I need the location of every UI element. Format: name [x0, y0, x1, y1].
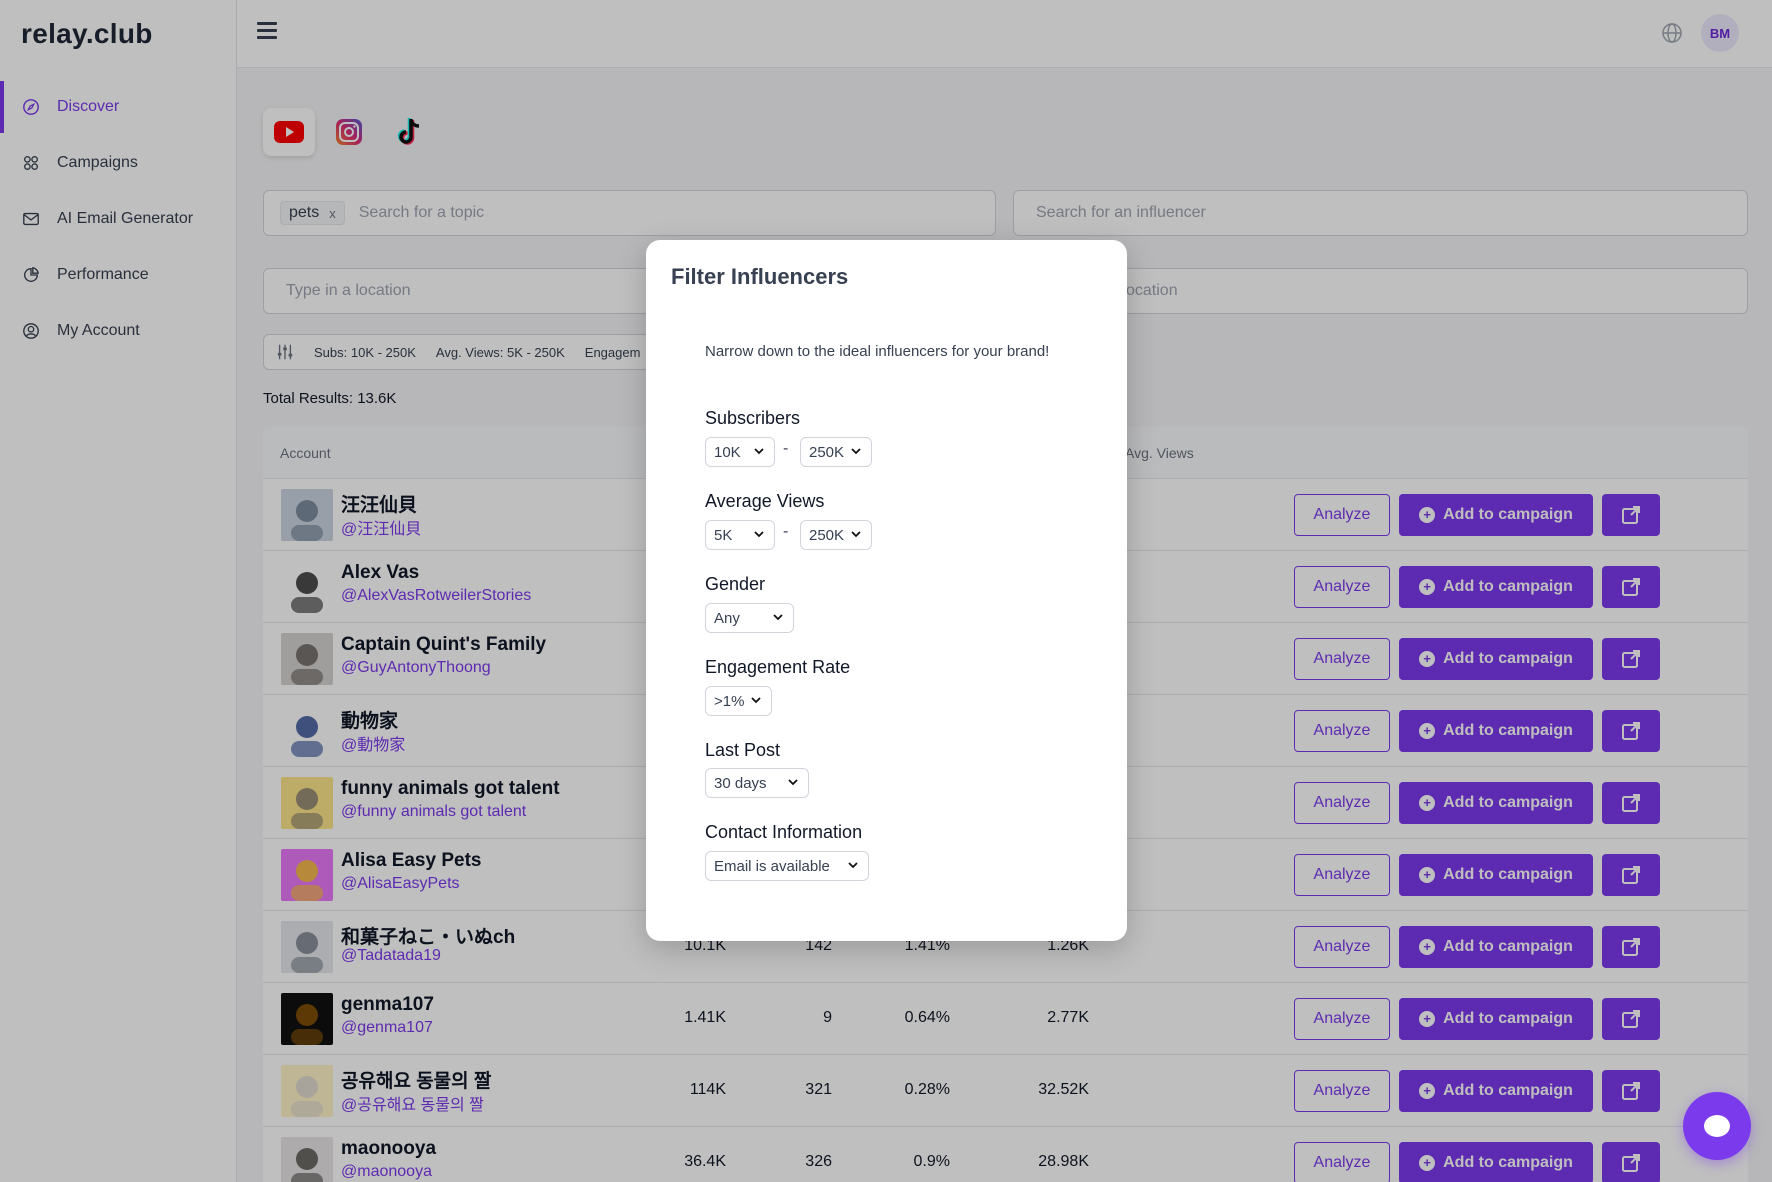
- range-separator: -: [783, 440, 789, 457]
- engagement-rate-label: Engagement Rate: [705, 657, 851, 677]
- subscribers-min-select[interactable]: 10K: [705, 437, 775, 467]
- views-max-select[interactable]: 250K: [800, 520, 872, 550]
- subscribers-max-select[interactable]: 250K: [800, 437, 872, 467]
- chevron-down-icon: [851, 531, 861, 538]
- chevron-down-icon: [754, 448, 764, 455]
- contact-information-value: Email is available: [714, 857, 830, 875]
- last-post-label: Last Post: [705, 740, 781, 760]
- gender-label: Gender: [705, 574, 766, 594]
- chevron-down-icon: [773, 614, 783, 621]
- chevron-down-icon: [788, 779, 798, 786]
- last-post-select[interactable]: 30 days: [705, 768, 809, 798]
- average-views-label: Average Views: [705, 491, 825, 511]
- modal-description: Narrow down to the ideal influencers for…: [705, 343, 1050, 360]
- gender-value: Any: [714, 609, 740, 627]
- views-min-select[interactable]: 5K: [705, 520, 775, 550]
- subscribers-max-value: 250K: [809, 443, 845, 461]
- range-separator: -: [783, 523, 789, 540]
- chevron-down-icon: [851, 448, 861, 455]
- chat-launcher-button[interactable]: [1683, 1092, 1751, 1160]
- views-min-value: 5K: [714, 526, 733, 544]
- chevron-down-icon: [754, 531, 764, 538]
- filter-modal: Filter Influencers Narrow down to the id…: [646, 240, 1127, 941]
- chat-bubble-icon: [1704, 1115, 1730, 1137]
- subscribers-label: Subscribers: [705, 408, 801, 428]
- last-post-value: 30 days: [714, 774, 767, 792]
- chevron-down-icon: [848, 862, 858, 869]
- contact-information-select[interactable]: Email is available: [705, 851, 869, 881]
- engagement-rate-select[interactable]: >1%: [705, 686, 772, 716]
- views-max-value: 250K: [809, 526, 845, 544]
- gender-select[interactable]: Any: [705, 603, 794, 633]
- modal-title: Filter Influencers: [671, 264, 849, 289]
- subscribers-min-value: 10K: [714, 443, 741, 461]
- engagement-rate-value: >1%: [714, 692, 745, 710]
- chevron-down-icon: [751, 697, 761, 704]
- contact-information-label: Contact Information: [705, 822, 863, 842]
